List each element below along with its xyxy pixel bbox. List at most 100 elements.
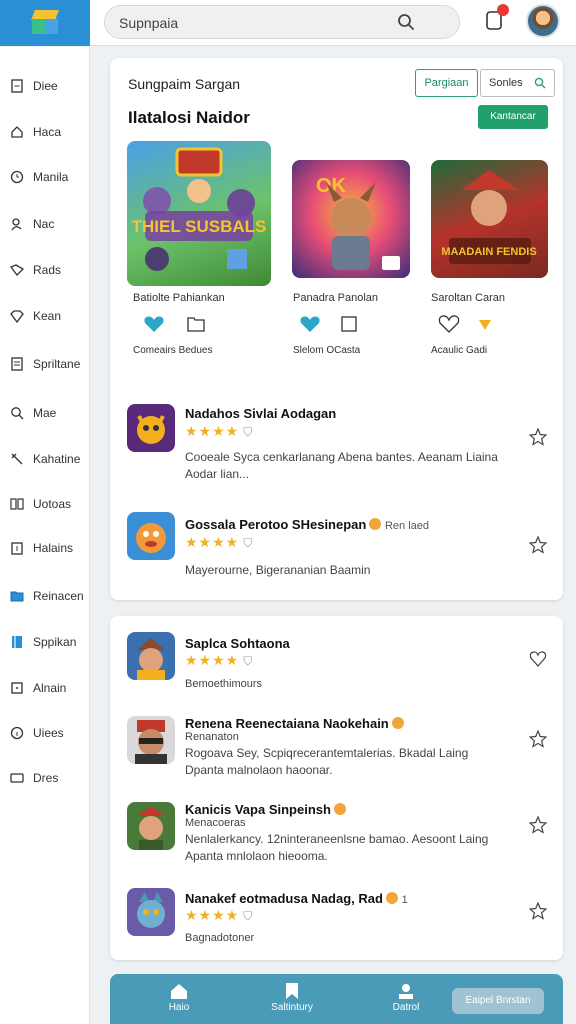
sidebar-item-label: Diee [33, 79, 58, 93]
notification-badge [497, 4, 509, 16]
game-art-icon: MAADAIN FENDIS [441, 170, 537, 264]
folder-icon [10, 591, 24, 602]
action-button[interactable]: Kantancar [478, 105, 548, 129]
app-logo[interactable] [0, 0, 90, 46]
nav-item-profile[interactable]: Datrol [361, 982, 451, 1013]
bookmark-icon [286, 983, 298, 999]
favorite-star-icon[interactable] [529, 730, 547, 748]
app-subtitle: Bemoethimours [185, 678, 263, 690]
info-icon [10, 726, 24, 740]
tag-icon [10, 264, 24, 276]
heart-outline-icon[interactable] [437, 314, 461, 334]
sidebar-item-alnain[interactable]: Alnain [10, 676, 88, 700]
heart-icon[interactable] [299, 315, 321, 333]
emoji-icon [333, 803, 346, 815]
badge-icon[interactable] [477, 318, 493, 332]
sidebar-item-label: Reinacen [33, 589, 84, 603]
search-icon[interactable] [397, 13, 415, 31]
list-item[interactable]: Nanakef eotmadusa Nadag, Rad 1 ★★★★ ⛉ Bag… [110, 888, 563, 948]
app-list-panel: Saplca Sohtaona ★★★★ ⛉ Bemoethimours Rene… [110, 616, 563, 960]
list-item[interactable]: Gossala Perotoo SHesinepan Ren laed ★★★★… [110, 512, 563, 582]
folder-icon[interactable] [187, 316, 205, 332]
sidebar-item-dres[interactable]: Dres [10, 766, 88, 790]
app-description: Mayerourne, Bigerananian Baamin [185, 563, 371, 577]
sidebar-item-reinacen[interactable]: Reinacen [10, 584, 88, 608]
favorite-star-icon[interactable] [529, 902, 547, 920]
nav-item-home[interactable]: Haio [134, 982, 224, 1013]
profile-icon [399, 984, 413, 999]
filter-tab-primary[interactable]: Pargiaan [415, 69, 478, 97]
game-footer: Slelom OCasta [293, 345, 361, 356]
game-thumbnail[interactable]: THIEL SUSBALS [127, 141, 271, 286]
sidebar-item-sppikan[interactable]: Sppikan [10, 630, 88, 654]
sidebar-item-label: Kean [33, 309, 62, 323]
app-title-text: Renena Reenectaiana Naokehain [185, 716, 389, 731]
search-placeholder: Supnpaia [119, 15, 179, 31]
avatar[interactable] [526, 4, 560, 38]
game-footer: Acaulic Gadi [431, 345, 488, 356]
sidebar-item-label: Manila [33, 170, 69, 184]
sidebar-item-label: Mae [33, 406, 57, 420]
sidebar-item-kahatine[interactable]: Kahatine [10, 447, 88, 471]
sidebar-item-nac[interactable]: Nac [10, 212, 88, 236]
app-description: Rogoava Sey, Scpiqrecerantemtalerias. Bk… [185, 746, 469, 777]
list-item[interactable]: Saplca Sohtaona ★★★★ ⛉ Bemoethimours [110, 632, 563, 702]
app-icon [127, 632, 175, 680]
rating-stars: ★★★★ ⛉ [185, 534, 254, 550]
nav-item-saved[interactable]: Saltintury [247, 982, 337, 1013]
app-title: Nadahos Sivlai Aodagan [185, 406, 337, 421]
filter-tab-secondary[interactable]: Sonles [480, 69, 555, 97]
sidebar-item-spriltane[interactable]: Spriltane [10, 352, 88, 376]
app-subtitle: Renanaton [185, 731, 239, 743]
sidebar-item-haca[interactable]: Haca [10, 120, 88, 144]
nav-item-label: Datrol [392, 1002, 420, 1013]
grid-icon [10, 498, 24, 510]
game-footer: Comeairs Bedues [133, 345, 213, 356]
game-thumbnail[interactable]: OK [292, 160, 410, 278]
list-item[interactable]: Nadahos Sivlai Aodagan ★★★★ ⛉ Cooeale Syc… [110, 404, 563, 494]
page-title: Ilatalosi Naidor [128, 108, 250, 127]
sidebar-item-label: Alnain [33, 681, 67, 695]
sidebar-item-label: Rads [33, 263, 62, 277]
favorite-star-icon[interactable] [529, 816, 547, 834]
list-item[interactable]: Renena Reenectaiana Naokehain Renanaton … [110, 716, 563, 786]
favorite-heart-icon[interactable] [529, 650, 547, 668]
bottom-nav: Haio Saltintury Datrol Eaipel Bnrstan [110, 974, 563, 1024]
search-input[interactable]: Supnpaia [104, 5, 460, 39]
filter-tab-label: Sonles [489, 77, 523, 89]
nav-item-label: Saltintury [271, 1002, 313, 1013]
emoji-icon [385, 892, 398, 904]
game-title: Saroltan Caran [431, 292, 505, 304]
sidebar-item-diee[interactable]: Diee [10, 74, 88, 98]
nav-item-label: Haio [168, 1002, 190, 1013]
sidebar-item-uotoas[interactable]: Uotoas [10, 492, 88, 516]
bottom-action-button[interactable]: Eaipel Bnrstan [452, 988, 544, 1014]
sidebar-item-halains[interactable]: Halains [10, 536, 88, 560]
app-title-text: Nanakef eotmadusa Nadag, Rad [185, 891, 383, 906]
checkbox-icon[interactable] [341, 316, 357, 332]
app-icon [127, 888, 175, 936]
rating-stars: ★★★★ ⛉ [185, 652, 254, 668]
heart-icon[interactable] [143, 315, 165, 333]
game-thumbnail[interactable]: MAADAIN FENDIS [431, 160, 548, 278]
sidebar-item-manila[interactable]: Manila [10, 165, 88, 189]
list-item[interactable]: Kanicis Vapa Sinpeinsh Menacoeras Nenlal… [110, 802, 563, 872]
gem-icon [10, 310, 24, 323]
app-icon [127, 404, 175, 452]
favorite-star-icon[interactable] [529, 428, 547, 446]
home-icon [11, 126, 23, 138]
sidebar-item-kean[interactable]: Kean [10, 304, 88, 328]
sidebar-item-mae[interactable]: Mae [10, 401, 88, 425]
featured-panel: Sungpaim Sargan Pargiaan Sonles Ilatalos… [110, 58, 563, 600]
favorite-star-icon[interactable] [529, 536, 547, 554]
sidebar-item-label: Dres [33, 771, 59, 785]
search-icon [11, 407, 24, 420]
sidebar-item-uiees[interactable]: Uiees [10, 721, 88, 745]
sidebar-item-rads[interactable]: Rads [10, 258, 88, 282]
emoji-icon [391, 717, 404, 729]
sidebar: Diee Haca Manila Nac Rads Kean Spriltane… [0, 47, 90, 1024]
calendar-icon [11, 542, 23, 555]
sidebar-item-label: Halains [33, 541, 74, 555]
cube-logo-icon [31, 10, 59, 36]
svg-text:THIEL SUSBALS: THIEL SUSBALS [132, 217, 267, 236]
